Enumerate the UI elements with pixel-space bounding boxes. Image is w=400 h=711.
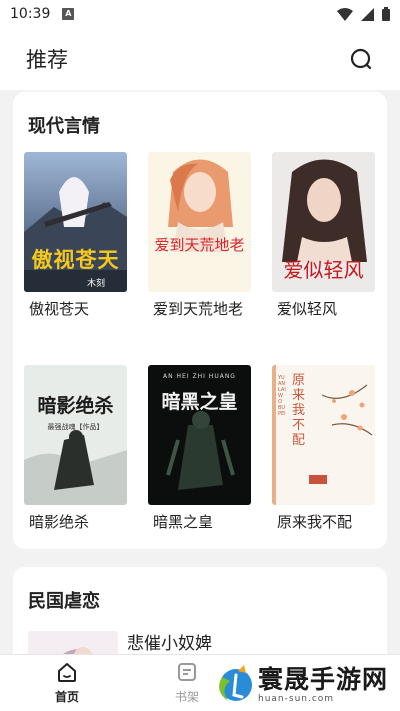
book-item[interactable]: AN HEI ZHI HUANG 暗黑之皇 暗黑之皇 [148, 365, 251, 533]
book-title[interactable]: 爱到天荒地老 [148, 298, 251, 320]
status-icons [337, 7, 390, 21]
book-title[interactable]: 暗黑之皇 [148, 511, 251, 533]
notification-badge-icon: A [62, 8, 75, 20]
book-title[interactable]: 原来我不配 [272, 511, 375, 533]
book-title[interactable]: 暗影绝杀 [24, 511, 127, 533]
book-title[interactable]: 傲视苍天 [24, 298, 127, 320]
book-cover[interactable]: 爱似轻风 [272, 152, 375, 292]
watermark-logo-icon [219, 665, 252, 701]
book-title[interactable]: 悲催小奴婢 [127, 629, 212, 654]
tab-home[interactable]: 首页 [37, 661, 97, 705]
book-item[interactable]: 原来我不配 YUAN LAI WO BU PEI 原来我不配 [272, 365, 375, 533]
signal-icon [361, 7, 374, 21]
book-cover[interactable]: AN HEI ZHI HUANG 暗黑之皇 [148, 365, 251, 505]
book-cover[interactable]: 爱到天荒地老 [148, 152, 251, 292]
status-time: 10:39 [10, 6, 51, 22]
tab-bookshelf[interactable]: 书架 [157, 661, 217, 705]
cover-title: 原来我不配 [292, 373, 306, 448]
page-title: 推荐 [26, 48, 68, 72]
cover-subtitle: 最强战魂【作品】 [47, 423, 104, 431]
tab-label: 书架 [174, 690, 199, 704]
book-item[interactable]: 暗影绝杀 最强战魂【作品】 暗影绝杀 [24, 365, 127, 533]
cover-author: 木刻 [86, 279, 105, 289]
section-title: 民国虐恋 [28, 591, 100, 612]
cover-subtitle: YUAN LAI WO BU PEI [278, 375, 286, 417]
wifi-icon [337, 7, 353, 21]
book-item[interactable]: 傲视苍天 木刻 傲视苍天 [24, 152, 127, 320]
cover-title: 暗影绝杀 [37, 395, 114, 417]
search-icon [350, 48, 372, 70]
watermark-name: 寰晟手游网 [258, 665, 389, 694]
book-item[interactable]: 爱到天荒地老 爱到天荒地老 [148, 152, 251, 320]
book-cover[interactable]: 原来我不配 YUAN LAI WO BU PEI [272, 365, 375, 505]
section-title: 现代言情 [28, 116, 100, 137]
cover-title: 傲视苍天 [31, 247, 120, 272]
book-cover[interactable]: 暗影绝杀 最强战魂【作品】 [24, 365, 127, 505]
search-button[interactable] [348, 46, 374, 72]
section-card-modern-romance: 现代言情 傲视苍天 木刻 傲视苍天 爱到天荒地老 爱到天荒地老 爱似轻风 爱似轻… [13, 92, 387, 549]
cover-title: 爱似轻风 [283, 258, 364, 282]
bookshelf-icon [178, 663, 196, 681]
book-item[interactable]: 爱似轻风 爱似轻风 [272, 152, 375, 320]
book-cover[interactable]: 傲视苍天 木刻 [24, 152, 127, 292]
status-bar: 10:39 A [0, 0, 400, 28]
watermark-url: huan-sun.com [258, 694, 335, 704]
cover-subtitle: AN HEI ZHI HUANG [163, 373, 236, 380]
watermark: 寰晟手游网 huan-sun.com [212, 662, 398, 708]
cover-title: 暗黑之皇 [161, 391, 238, 413]
tab-label: 首页 [54, 690, 79, 704]
home-icon [58, 663, 76, 682]
book-title[interactable]: 爱似轻风 [272, 298, 375, 320]
battery-icon [382, 7, 390, 21]
cover-title: 爱到天荒地老 [154, 236, 245, 254]
header: 推荐 [0, 28, 400, 90]
